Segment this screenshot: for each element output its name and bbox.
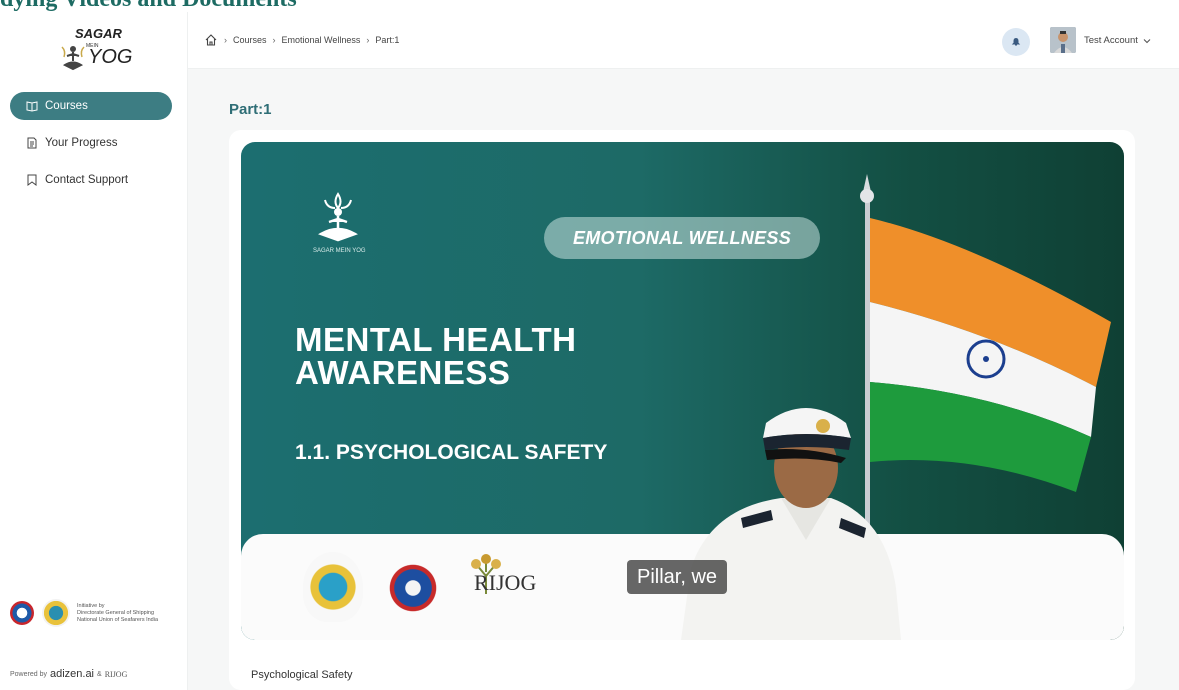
- logo-line-1: SAGAR: [75, 26, 122, 41]
- headline-line-2: AWARENESS: [295, 354, 511, 391]
- video-caption: Psychological Safety: [251, 669, 353, 681]
- meditation-icon: [61, 46, 85, 71]
- video-subheading: 1.1. PSYCHOLOGICAL SAFETY: [295, 441, 608, 464]
- page-title: Part:1: [229, 101, 272, 118]
- dg-shipping-seal-icon: [10, 601, 34, 625]
- bell-icon: [1011, 37, 1021, 46]
- initiative-text: Initiative by Directorate General of Shi…: [77, 603, 159, 623]
- home-icon[interactable]: [204, 33, 218, 47]
- user-menu[interactable]: Test Account: [1084, 35, 1151, 46]
- nusi-logo-icon: [389, 560, 437, 616]
- sailor-image: [681, 408, 901, 640]
- nusi-seal-icon: [42, 599, 70, 627]
- chevron-right-icon: ›: [224, 35, 227, 45]
- top-bar: › Courses › Emotional Wellness › Part:1 …: [188, 12, 1179, 69]
- rijog-logo-text: RIJOG: [474, 570, 537, 595]
- breadcrumb: › Courses › Emotional Wellness › Part:1: [204, 33, 399, 47]
- chevron-right-icon: ›: [366, 35, 370, 45]
- adizen-brand: adizen.ai: [49, 668, 95, 680]
- breadcrumb-emotional-wellness[interactable]: Emotional Wellness: [282, 35, 361, 45]
- rijog-brand: RIJOG: [104, 669, 128, 679]
- sidebar: SAGAR MEIN YOG Courses Your Progress Con…: [0, 12, 188, 690]
- lotus-meditation-icon: [318, 192, 358, 242]
- breadcrumb-courses[interactable]: Courses: [233, 35, 267, 45]
- sidebar-item-label: Contact Support: [45, 174, 129, 186]
- dg-shipping-logo-icon: [303, 552, 363, 622]
- book-open-icon: [26, 101, 38, 112]
- ampersand: &: [97, 670, 102, 678]
- sidebar-item-contact-support[interactable]: Contact Support: [10, 166, 172, 194]
- video-player[interactable]: SAGAR MEIN YOG EMOTIONAL WELLNESS MENTAL…: [241, 142, 1124, 640]
- headline-line-1: MENTAL HEALTH: [295, 321, 577, 358]
- video-subtitle: Pillar, we: [627, 560, 728, 594]
- sagar-mein-yog-video-logo: SAGAR MEIN YOG: [313, 192, 373, 262]
- sagar-mein-yog-logo[interactable]: SAGAR MEIN YOG: [58, 26, 138, 78]
- sidebar-item-label: Your Progress: [45, 137, 118, 149]
- content-card: SAGAR MEIN YOG EMOTIONAL WELLNESS MENTAL…: [229, 130, 1135, 690]
- notification-button[interactable]: [1002, 28, 1030, 56]
- initiative-block: Initiative by Directorate General of Shi…: [10, 597, 180, 637]
- logo-line-3: YOG: [88, 46, 133, 68]
- sidebar-item-courses[interactable]: Courses: [10, 92, 172, 120]
- bookmark-icon: [27, 174, 37, 186]
- main-content: Part:1 SAGAR MEIN YOG EMOTIONAL WELLNESS…: [188, 69, 1179, 690]
- breadcrumb-part: Part:1: [375, 35, 400, 45]
- user-photo-icon: [1050, 27, 1076, 53]
- document-icon: [27, 137, 37, 149]
- sidebar-item-your-progress[interactable]: Your Progress: [10, 129, 172, 157]
- sidebar-nav: Courses Your Progress Contact Support: [10, 92, 172, 203]
- category-tag: EMOTIONAL WELLNESS: [544, 217, 820, 259]
- video-headline: MENTAL HEALTH AWARENESS: [295, 323, 576, 389]
- chevron-right-icon: ›: [272, 35, 276, 45]
- sidebar-item-label: Courses: [45, 100, 88, 112]
- powered-by: Powered by adizen.ai & RIJOG: [10, 668, 127, 680]
- avatar[interactable]: [1050, 27, 1076, 53]
- chevron-down-icon: [1143, 38, 1151, 43]
- video-logo-text: SAGAR MEIN YOG: [313, 248, 366, 254]
- powered-by-label: Powered by: [10, 670, 47, 678]
- user-name: Test Account: [1084, 35, 1138, 46]
